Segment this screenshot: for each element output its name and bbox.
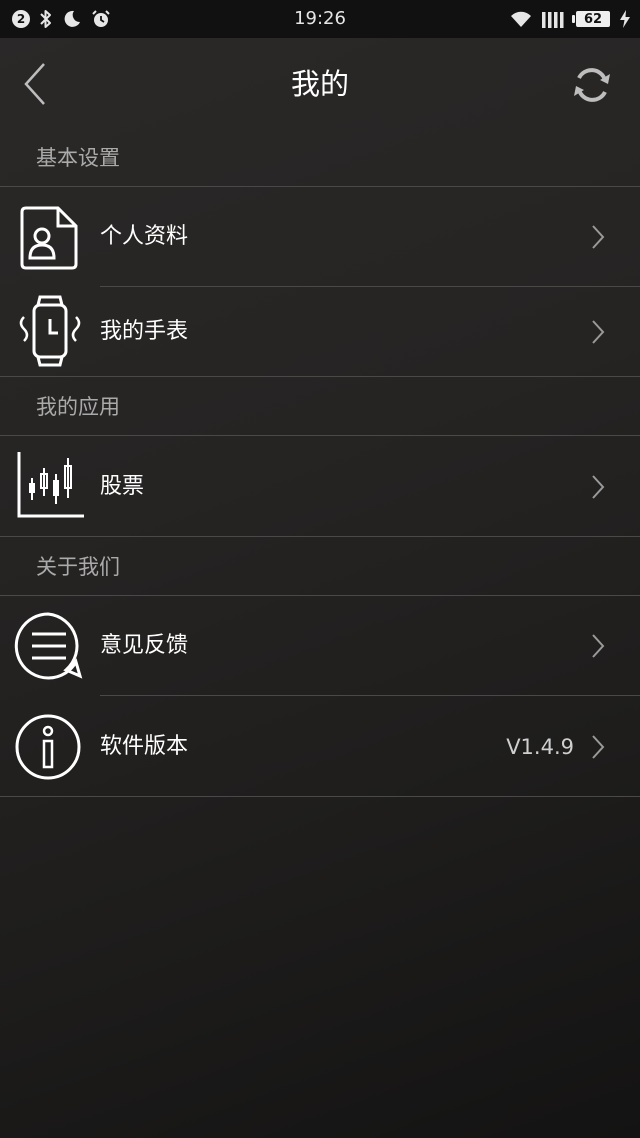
smartwatch-icon — [19, 295, 81, 367]
charging-icon — [620, 10, 630, 28]
refresh-button[interactable] — [570, 64, 614, 106]
section-header-basic-settings: 基本设置 — [0, 132, 640, 187]
section-title: 我的应用 — [36, 395, 120, 419]
menu-item-label: 我的手表 — [100, 319, 189, 344]
page-title: 我的 — [290, 67, 349, 101]
menu-item-software-version[interactable]: 软件版本 V1.4.9 — [0, 696, 640, 796]
info-icon — [15, 714, 81, 780]
menu-item-feedback[interactable]: 意见反馈 — [0, 596, 640, 695]
chevron-right-icon — [592, 320, 605, 344]
menu-item-label: 股票 — [100, 474, 145, 499]
section-title: 关于我们 — [36, 555, 120, 579]
menu-item-label: 意见反馈 — [100, 633, 189, 658]
wifi-icon — [511, 11, 531, 27]
status-bar: 2 19:26 62 — [0, 0, 640, 38]
chevron-right-icon — [592, 225, 605, 249]
divider — [0, 796, 640, 797]
status-bar-right: 62 — [510, 8, 630, 30]
section-header-my-apps: 我的应用 — [0, 381, 640, 436]
candlestick-chart-icon — [17, 452, 84, 518]
section-title: 基本设置 — [36, 146, 120, 170]
menu-item-stocks[interactable]: 股票 — [0, 436, 640, 536]
version-value: V1.4.9 — [506, 735, 574, 759]
menu-item-my-watch[interactable]: 我的手表 — [0, 287, 640, 376]
menu-item-label: 个人资料 — [100, 224, 189, 249]
section-header-about-us: 关于我们 — [0, 541, 640, 596]
refresh-icon — [574, 68, 610, 102]
signal-icon — [542, 12, 564, 28]
chevron-right-icon — [592, 634, 605, 658]
profile-document-icon — [20, 206, 78, 270]
feedback-bubble-icon — [14, 612, 83, 680]
chevron-right-icon — [592, 475, 605, 499]
divider — [0, 536, 640, 537]
menu-item-label: 软件版本 — [100, 734, 189, 759]
chevron-right-icon — [592, 735, 605, 759]
divider — [0, 376, 640, 377]
menu-item-profile[interactable]: 个人资料 — [0, 187, 640, 286]
battery-icon: 62 — [572, 11, 610, 27]
top-navigation-bar: 我的 — [0, 38, 640, 132]
